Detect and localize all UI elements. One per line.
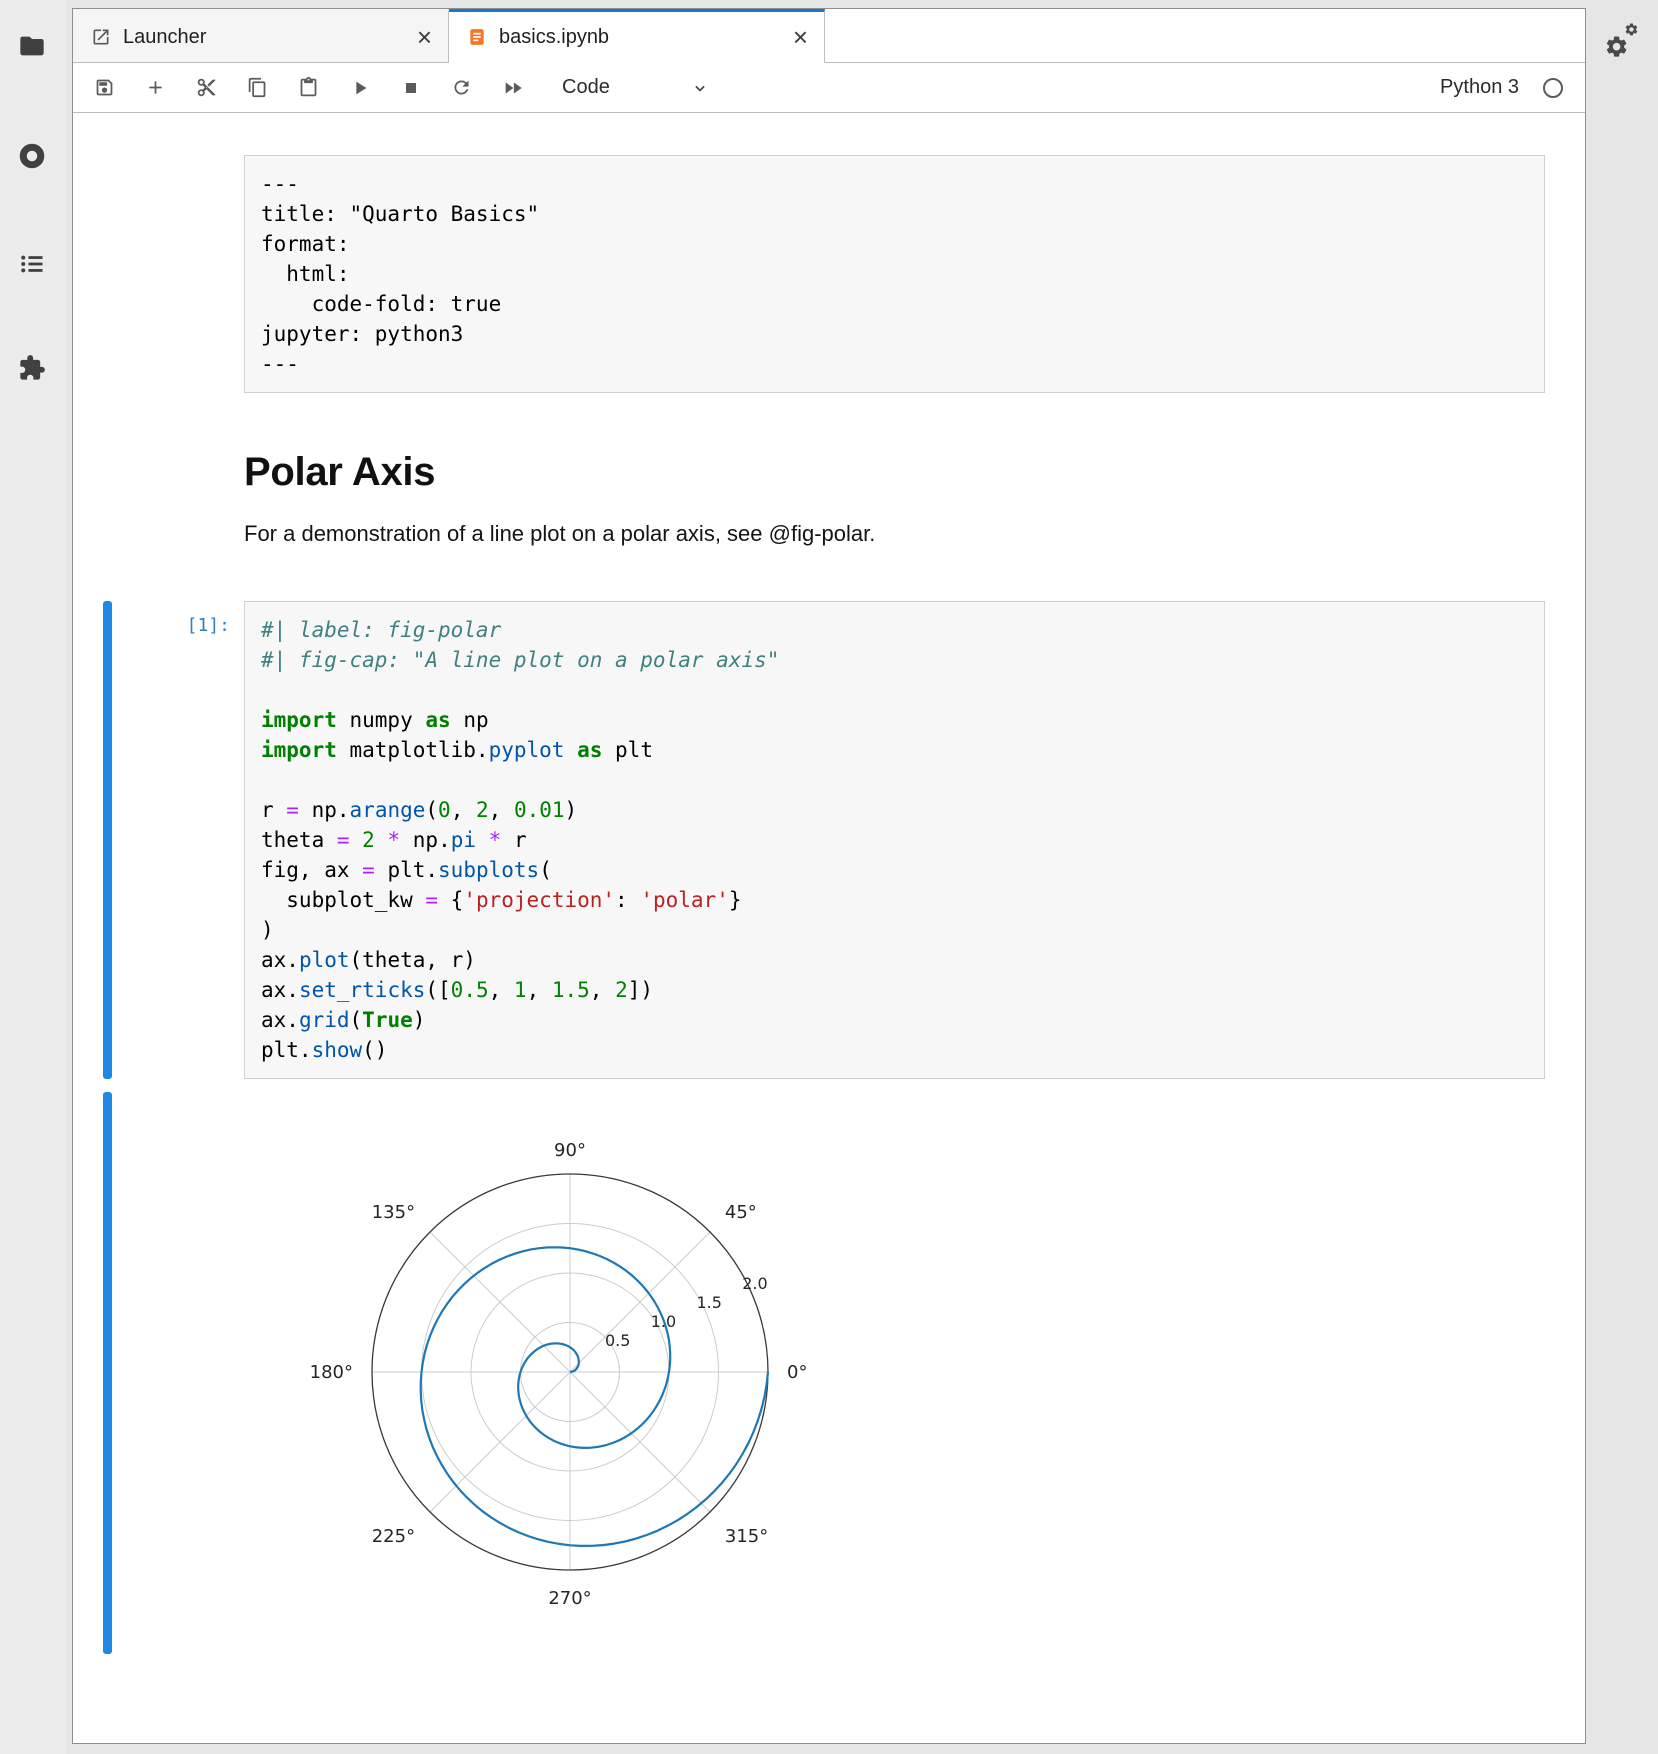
refresh-icon: [451, 77, 472, 98]
output-collapser[interactable]: [103, 1092, 112, 1654]
svg-text:0.5: 0.5: [605, 1331, 630, 1350]
notebook-panel: ---title: "Quarto Basics"format: html: c…: [73, 113, 1585, 1743]
add-cell-button[interactable]: [130, 69, 181, 107]
markdown-cell[interactable]: Polar Axis For a demonstration of a line…: [103, 393, 1545, 601]
running-sessions-icon: [18, 142, 46, 170]
polar-plot-svg: 0° 45° 90° 135° 180° 225° 270° 315° 0.5 1.0 1.5 2.0: [248, 1094, 913, 1654]
play-icon: [349, 77, 371, 99]
tab-launcher[interactable]: Launcher ×: [73, 9, 449, 62]
interrupt-kernel-button[interactable]: [385, 69, 436, 107]
left-sidebar: [0, 0, 66, 1754]
screen: Launcher × basics.ipynb ×: [0, 0, 1658, 1754]
cell-type-value: Code: [562, 76, 610, 99]
chevron-down-icon: [690, 78, 710, 98]
svg-text:180°: 180°: [310, 1362, 353, 1383]
launcher-icon: [91, 27, 111, 47]
save-icon: [94, 77, 115, 98]
svg-text:315°: 315°: [725, 1526, 768, 1547]
tab-bar: Launcher × basics.ipynb ×: [73, 9, 1585, 63]
close-icon[interactable]: ×: [415, 24, 434, 50]
stop-icon: [401, 78, 421, 98]
plus-icon: [145, 77, 166, 98]
svg-text:270°: 270°: [548, 1588, 591, 1609]
cell-collapser[interactable]: [103, 601, 112, 1079]
restart-run-all-button[interactable]: [487, 69, 538, 107]
raw-cell-content: ---title: "Quarto Basics"format: html: c…: [261, 169, 1528, 379]
fast-forward-icon: [502, 77, 524, 99]
puzzle-icon: [18, 354, 46, 382]
cell-output: 0° 45° 90° 135° 180° 225° 270° 315° 0.5 1.0 1.5 2.0: [244, 1092, 1545, 1654]
cell-collapser[interactable]: [103, 155, 112, 393]
markdown-rendered: Polar Axis For a demonstration of a line…: [244, 393, 1545, 601]
copy-cell-button[interactable]: [232, 69, 283, 107]
settings-gears-button[interactable]: [1604, 22, 1646, 60]
cell-prompt: [112, 393, 244, 601]
folder-icon: [18, 32, 46, 60]
scissors-icon: [196, 77, 217, 98]
save-button[interactable]: [79, 69, 130, 107]
svg-text:1.5: 1.5: [696, 1293, 721, 1312]
execution-count: [1]:: [112, 601, 244, 1079]
svg-text:1.0: 1.0: [651, 1312, 676, 1331]
paste-icon: [298, 77, 319, 98]
tab-label: Launcher: [123, 26, 415, 49]
gears-icon: [1604, 22, 1646, 60]
markdown-paragraph: For a demonstration of a line plot on a …: [244, 521, 1545, 547]
tab-notebook[interactable]: basics.ipynb ×: [449, 9, 825, 63]
cell-collapser[interactable]: [103, 393, 112, 601]
sidebar-item-table-of-contents[interactable]: [14, 246, 50, 282]
svg-text:45°: 45°: [725, 1202, 757, 1223]
raw-cell-editor[interactable]: ---title: "Quarto Basics"format: html: c…: [244, 155, 1545, 393]
sidebar-item-file-browser[interactable]: [14, 28, 50, 64]
tab-bar-empty-space: [825, 9, 1585, 62]
cell-type-dropdown[interactable]: Code: [552, 71, 718, 105]
svg-text:225°: 225°: [372, 1526, 415, 1547]
run-cell-button[interactable]: [334, 69, 385, 107]
copy-icon: [247, 77, 268, 98]
close-icon[interactable]: ×: [791, 24, 810, 50]
output-cell: 0° 45° 90° 135° 180° 225° 270° 315° 0.5 1.0 1.5 2.0: [103, 1092, 1545, 1654]
markdown-heading: Polar Axis: [244, 449, 1545, 495]
paste-cell-button[interactable]: [283, 69, 334, 107]
raw-cell: ---title: "Quarto Basics"format: html: c…: [103, 155, 1545, 393]
code-cell-editor[interactable]: #| label: fig-polar#| fig-cap: "A line p…: [244, 601, 1545, 1079]
svg-text:135°: 135°: [372, 1202, 415, 1223]
svg-text:0°: 0°: [787, 1362, 807, 1383]
sidebar-item-running-sessions[interactable]: [14, 138, 50, 174]
kernel-status-icon[interactable]: [1541, 76, 1565, 100]
code-cell-content: #| label: fig-polar#| fig-cap: "A line p…: [261, 615, 1528, 1065]
cell-prompt: [112, 155, 244, 393]
output-prompt: [112, 1092, 244, 1654]
jupyterlab-window: Launcher × basics.ipynb ×: [72, 8, 1586, 1744]
svg-text:90°: 90°: [554, 1140, 586, 1161]
code-cell: [1]: #| label: fig-polar#| fig-cap: "A l…: [103, 601, 1545, 1079]
notebook-icon: [467, 27, 487, 47]
kernel-name[interactable]: Python 3: [1440, 76, 1519, 99]
sidebar-item-extensions[interactable]: [14, 350, 50, 386]
cut-cell-button[interactable]: [181, 69, 232, 107]
svg-text:2.0: 2.0: [742, 1274, 767, 1293]
table-of-contents-icon: [18, 250, 46, 278]
tab-label: basics.ipynb: [499, 26, 791, 49]
notebook-toolbar: Code Python 3: [73, 63, 1585, 113]
restart-kernel-button[interactable]: [436, 69, 487, 107]
